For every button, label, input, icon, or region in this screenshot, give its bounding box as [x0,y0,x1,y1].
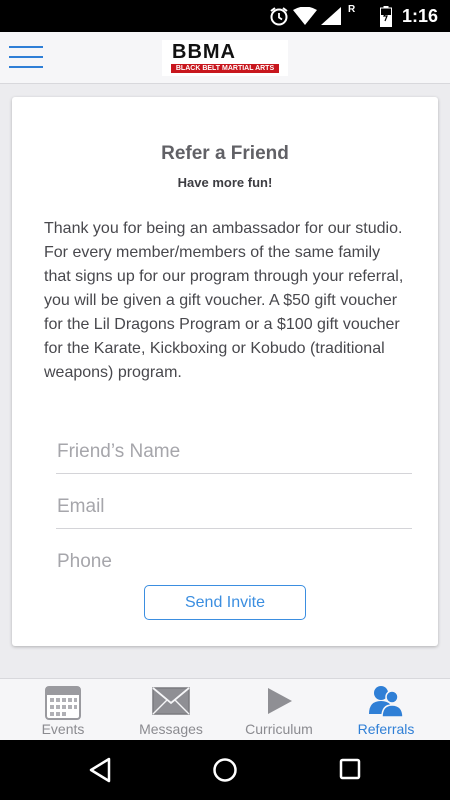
recents-icon[interactable] [339,758,361,785]
home-icon[interactable] [212,757,238,788]
people-icon [368,684,404,723]
logo-subtitle: BLACK BELT MARTIAL ARTS [171,64,279,73]
system-nav-bar [0,740,450,800]
play-icon [265,687,293,720]
app-header: BBMA BLACK BELT MARTIAL ARTS [0,32,450,84]
bottom-tab-bar: Events Messages Curriculum Referrals [0,678,450,740]
logo: BBMA BLACK BELT MARTIAL ARTS [162,40,288,76]
wifi-icon [293,6,317,30]
envelope-icon [152,687,190,720]
tab-curriculum-label: Curriculum [245,721,313,737]
battery-icon [380,6,392,32]
hamburger-menu-icon[interactable] [9,44,45,70]
roaming-indicator: R [348,4,356,15]
tab-messages[interactable]: Messages [117,679,225,741]
status-time: 1:16 [401,6,438,26]
page-title: Refer a Friend [161,143,289,164]
tab-referrals-label: Referrals [357,721,415,737]
tab-events-label: Events [41,721,85,737]
tab-events[interactable]: Events [9,679,117,741]
friend-name-input[interactable] [56,430,412,474]
phone-input[interactable] [56,540,412,584]
referral-description: Thank you for being an ambassador for ou… [44,220,404,381]
referral-card: Refer a Friend Have more fun! Thank you … [12,97,438,646]
send-invite-button[interactable]: Send Invite [144,585,306,620]
back-icon[interactable] [88,757,112,788]
email-input[interactable] [56,485,412,529]
tab-messages-label: Messages [139,721,203,737]
page-subtitle: Have more fun! [177,175,273,190]
calendar-icon [45,684,81,725]
logo-text: BBMA [172,41,236,63]
tab-curriculum[interactable]: Curriculum [225,679,333,741]
tab-referrals[interactable]: Referrals [332,679,440,741]
signal-roaming-icon [321,7,341,30]
status-bar: R 1:16 [0,0,450,32]
alarm-clock-icon [268,5,290,32]
